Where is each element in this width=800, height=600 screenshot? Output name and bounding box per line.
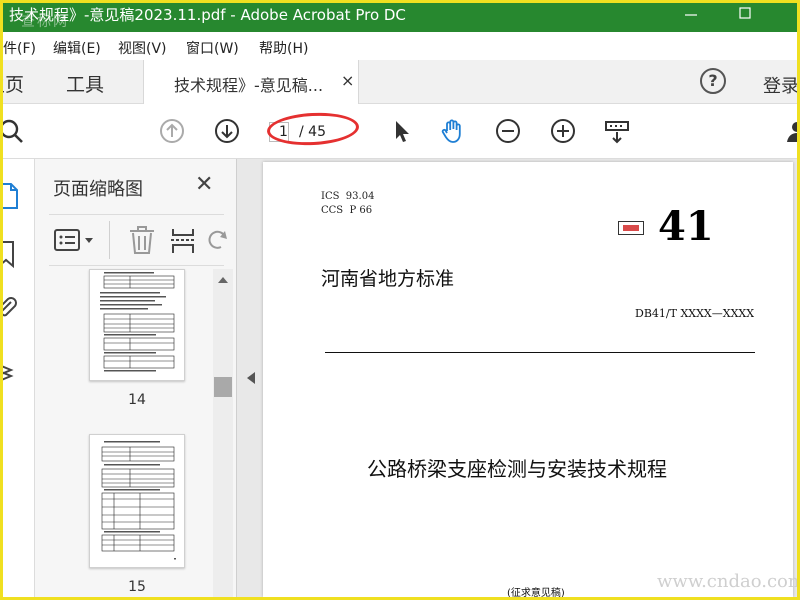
- minimize-icon: [685, 14, 697, 16]
- menu-view[interactable]: 视图(V): [118, 38, 167, 58]
- thumbnail-15-preview: [90, 435, 184, 567]
- zoom-out-icon[interactable]: [494, 117, 522, 145]
- ics-code: ICS 93.04 CCS P 66: [321, 190, 374, 218]
- navigation-rail: [3, 159, 35, 597]
- menu-edit[interactable]: 编辑(E): [53, 38, 101, 58]
- tab-document[interactable]: 技术规程》-意见稿... ×: [143, 60, 359, 104]
- minimize-button[interactable]: [671, 3, 711, 29]
- standard-agency: 河南省地方标准: [321, 268, 455, 290]
- attachments-icon[interactable]: [3, 296, 19, 326]
- tab-tools[interactable]: 工具: [66, 70, 104, 97]
- pdf-page: ICS 93.04 CCS P 66 41 河南省地方标准 DB41/T XXX…: [263, 162, 793, 597]
- panel-close-button[interactable]: ✕: [195, 172, 213, 197]
- menu-help[interactable]: 帮助(H): [259, 38, 308, 58]
- site-watermark-bottom: www.cndao.com: [657, 571, 797, 592]
- panel-title: 页面缩略图: [53, 179, 143, 200]
- layers-icon[interactable]: [3, 357, 19, 387]
- menu-bar: 件(F) 编辑(E) 视图(V) 窗口(W) 帮助(H): [3, 32, 797, 60]
- menu-window[interactable]: 窗口(W): [186, 38, 239, 58]
- acrobat-window: 技术规程》-意见稿2023.11.pdf - Adobe Acrobat Pro…: [3, 3, 797, 597]
- document-view: ICS 93.04 CCS P 66 41 河南省地方标准 DB41/T XXX…: [237, 159, 797, 597]
- tab-document-label: 技术规程》-意见稿...: [174, 76, 324, 95]
- login-button[interactable]: 登录: [763, 72, 797, 98]
- delete-page-icon[interactable]: [127, 225, 157, 257]
- help-icon[interactable]: ?: [700, 68, 726, 94]
- page-thumbnails-panel: 页面缩略图 ✕ 14 15: [35, 159, 237, 597]
- scrollbar-thumb[interactable]: [214, 377, 232, 397]
- document-title: 公路桥梁支座检测与安装技术规程: [367, 457, 667, 481]
- site-watermark: 查标网: [21, 14, 69, 30]
- panel-toolbar-divider: [109, 221, 110, 259]
- hand-tool-icon[interactable]: [439, 117, 467, 145]
- title-bar: 技术规程》-意见稿2023.11.pdf - Adobe Acrobat Pro…: [3, 3, 797, 32]
- page-thumbnail-14[interactable]: [89, 269, 185, 381]
- previous-page-icon[interactable]: [158, 117, 186, 145]
- standard-logo: [618, 221, 644, 235]
- next-page-icon[interactable]: [213, 117, 241, 145]
- collapse-panel-icon[interactable]: [247, 372, 255, 384]
- thumbnail-14-label: 14: [128, 392, 146, 408]
- extract-pages-icon[interactable]: [169, 225, 199, 257]
- tab-home[interactable]: 主页: [3, 70, 24, 97]
- header-rule: [325, 352, 755, 353]
- rotate-page-icon[interactable]: [207, 225, 227, 257]
- standard-code: DB41/T XXXX—XXXX: [635, 307, 755, 320]
- draft-note: (征求意见稿): [507, 588, 565, 597]
- tab-home-clip: 主页: [3, 60, 43, 104]
- tab-close-button[interactable]: ×: [341, 71, 354, 90]
- zoom-in-icon[interactable]: [549, 117, 577, 145]
- thumbnail-scrollbar[interactable]: [213, 269, 233, 597]
- maximize-button[interactable]: [725, 3, 765, 29]
- province-code: 41: [658, 203, 714, 250]
- maximize-icon: [739, 7, 751, 19]
- select-tool-icon[interactable]: [388, 117, 416, 145]
- search-icon[interactable]: [3, 117, 25, 145]
- ics-line: ICS 93.04: [321, 191, 375, 202]
- user-icon[interactable]: [783, 117, 797, 145]
- panel-toolbar: [49, 214, 227, 266]
- thumbnail-15-label: 15: [128, 579, 146, 595]
- menu-file[interactable]: 件(F): [3, 38, 36, 58]
- bookmarks-icon[interactable]: [3, 239, 19, 269]
- thumbnail-14-preview: [90, 270, 184, 380]
- scroll-up-icon[interactable]: [217, 275, 229, 285]
- ccs-line: CCS P 66: [321, 205, 373, 216]
- thumbnail-options-icon[interactable]: [53, 227, 99, 255]
- page-thumbnails-icon[interactable]: [3, 181, 21, 211]
- page-thumbnail-15[interactable]: [89, 434, 185, 568]
- page-display-icon[interactable]: [603, 117, 631, 145]
- tab-bar: 主页 工具 技术规程》-意见稿... × ? 登录: [3, 60, 797, 104]
- toolbar: 1 / 45: [3, 104, 797, 159]
